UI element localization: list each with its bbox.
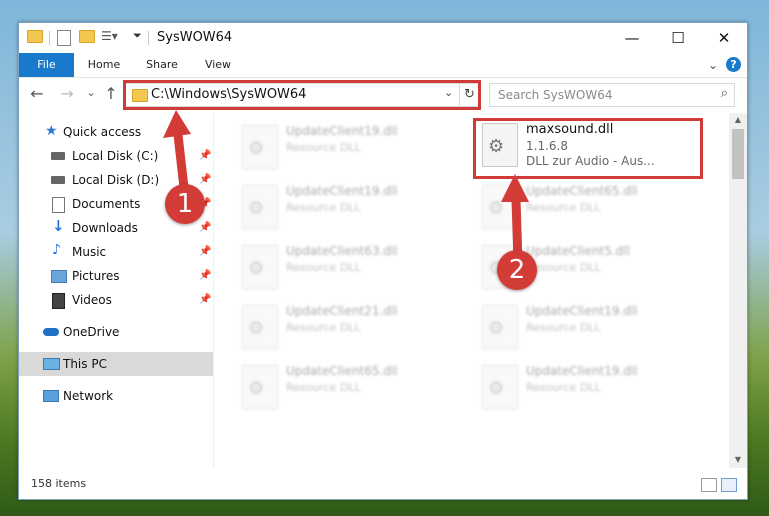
annotation-arrows xyxy=(163,110,529,263)
step-2-badge: 2 xyxy=(497,250,537,290)
arrow-2 xyxy=(501,174,529,263)
step-1-badge: 1 xyxy=(165,184,205,224)
